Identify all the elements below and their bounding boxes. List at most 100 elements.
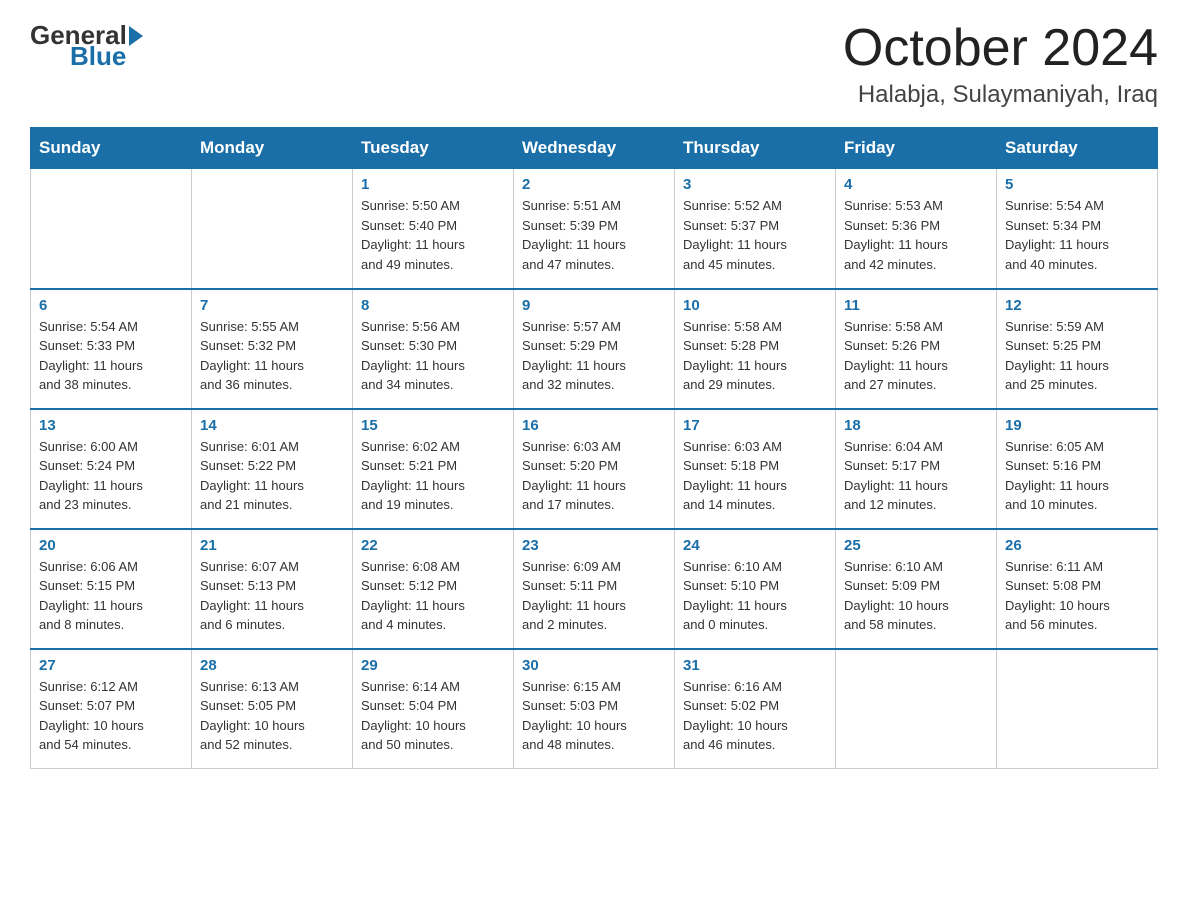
day-info: Sunrise: 5:58 AM Sunset: 5:28 PM Dayligh…: [683, 317, 827, 395]
day-number: 4: [844, 176, 988, 193]
day-number: 28: [200, 657, 344, 674]
calendar-cell: 20 Sunrise: 6:06 AM Sunset: 5:15 PM Dayli…: [31, 529, 192, 649]
day-info: Sunrise: 6:07 AM Sunset: 5:13 PM Dayligh…: [200, 557, 344, 635]
day-info: Sunrise: 5:59 AM Sunset: 5:25 PM Dayligh…: [1005, 317, 1149, 395]
day-info: Sunrise: 5:54 AM Sunset: 5:34 PM Dayligh…: [1005, 196, 1149, 274]
day-info: Sunrise: 6:06 AM Sunset: 5:15 PM Dayligh…: [39, 557, 183, 635]
page-header: General Blue October 2024 Halabja, Sulay…: [30, 20, 1158, 109]
day-number: 13: [39, 417, 183, 434]
calendar-cell: 31 Sunrise: 6:16 AM Sunset: 5:02 PM Dayli…: [675, 649, 836, 769]
calendar-cell: 4 Sunrise: 5:53 AM Sunset: 5:36 PM Daylig…: [836, 169, 997, 289]
calendar-cell: [997, 649, 1158, 769]
week-row-3: 13 Sunrise: 6:00 AM Sunset: 5:24 PM Dayli…: [31, 409, 1158, 529]
day-number: 10: [683, 297, 827, 314]
day-number: 18: [844, 417, 988, 434]
calendar-cell: [31, 169, 192, 289]
day-number: 5: [1005, 176, 1149, 193]
day-number: 14: [200, 417, 344, 434]
day-info: Sunrise: 6:13 AM Sunset: 5:05 PM Dayligh…: [200, 677, 344, 755]
day-info: Sunrise: 6:00 AM Sunset: 5:24 PM Dayligh…: [39, 437, 183, 515]
calendar-cell: 2 Sunrise: 5:51 AM Sunset: 5:39 PM Daylig…: [514, 169, 675, 289]
calendar-cell: 18 Sunrise: 6:04 AM Sunset: 5:17 PM Dayli…: [836, 409, 997, 529]
week-row-2: 6Sunrise: 5:54 AM Sunset: 5:33 PM Daylig…: [31, 289, 1158, 409]
logo-arrow-icon: [129, 26, 143, 46]
week-row-5: 27 Sunrise: 6:12 AM Sunset: 5:07 PM Dayli…: [31, 649, 1158, 769]
calendar-cell: 17 Sunrise: 6:03 AM Sunset: 5:18 PM Dayli…: [675, 409, 836, 529]
calendar-cell: 7Sunrise: 5:55 AM Sunset: 5:32 PM Daylig…: [192, 289, 353, 409]
calendar-cell: [836, 649, 997, 769]
day-info: Sunrise: 6:03 AM Sunset: 5:20 PM Dayligh…: [522, 437, 666, 515]
day-info: Sunrise: 6:14 AM Sunset: 5:04 PM Dayligh…: [361, 677, 505, 755]
day-number: 22: [361, 537, 505, 554]
calendar-cell: 19Sunrise: 6:05 AM Sunset: 5:16 PM Dayli…: [997, 409, 1158, 529]
day-info: Sunrise: 6:16 AM Sunset: 5:02 PM Dayligh…: [683, 677, 827, 755]
calendar-cell: 6Sunrise: 5:54 AM Sunset: 5:33 PM Daylig…: [31, 289, 192, 409]
day-number: 27: [39, 657, 183, 674]
day-info: Sunrise: 5:52 AM Sunset: 5:37 PM Dayligh…: [683, 196, 827, 274]
calendar-cell: 25 Sunrise: 6:10 AM Sunset: 5:09 PM Dayli…: [836, 529, 997, 649]
calendar-cell: 30 Sunrise: 6:15 AM Sunset: 5:03 PM Dayli…: [514, 649, 675, 769]
day-number: 31: [683, 657, 827, 674]
calendar-table: SundayMondayTuesdayWednesdayThursdayFrid…: [30, 127, 1158, 769]
calendar-cell: 10 Sunrise: 5:58 AM Sunset: 5:28 PM Dayli…: [675, 289, 836, 409]
calendar-cell: 9Sunrise: 5:57 AM Sunset: 5:29 PM Daylig…: [514, 289, 675, 409]
calendar-cell: 16 Sunrise: 6:03 AM Sunset: 5:20 PM Dayli…: [514, 409, 675, 529]
day-info: Sunrise: 6:12 AM Sunset: 5:07 PM Dayligh…: [39, 677, 183, 755]
day-info: Sunrise: 6:08 AM Sunset: 5:12 PM Dayligh…: [361, 557, 505, 635]
calendar-cell: 29 Sunrise: 6:14 AM Sunset: 5:04 PM Dayli…: [353, 649, 514, 769]
day-number: 9: [522, 297, 666, 314]
day-info: Sunrise: 6:09 AM Sunset: 5:11 PM Dayligh…: [522, 557, 666, 635]
calendar-cell: [192, 169, 353, 289]
calendar-cell: 11 Sunrise: 5:58 AM Sunset: 5:26 PM Dayli…: [836, 289, 997, 409]
weekday-header-thursday: Thursday: [675, 128, 836, 169]
calendar-cell: 15Sunrise: 6:02 AM Sunset: 5:21 PM Dayli…: [353, 409, 514, 529]
day-info: Sunrise: 5:50 AM Sunset: 5:40 PM Dayligh…: [361, 196, 505, 274]
day-number: 19: [1005, 417, 1149, 434]
calendar-cell: 27 Sunrise: 6:12 AM Sunset: 5:07 PM Dayli…: [31, 649, 192, 769]
calendar-cell: 13 Sunrise: 6:00 AM Sunset: 5:24 PM Dayli…: [31, 409, 192, 529]
day-number: 17: [683, 417, 827, 434]
day-info: Sunrise: 6:11 AM Sunset: 5:08 PM Dayligh…: [1005, 557, 1149, 635]
day-number: 11: [844, 297, 988, 314]
day-info: Sunrise: 5:54 AM Sunset: 5:33 PM Dayligh…: [39, 317, 183, 395]
calendar-cell: 23 Sunrise: 6:09 AM Sunset: 5:11 PM Dayli…: [514, 529, 675, 649]
day-number: 2: [522, 176, 666, 193]
calendar-cell: 12 Sunrise: 5:59 AM Sunset: 5:25 PM Dayli…: [997, 289, 1158, 409]
day-info: Sunrise: 5:56 AM Sunset: 5:30 PM Dayligh…: [361, 317, 505, 395]
calendar-cell: 26 Sunrise: 6:11 AM Sunset: 5:08 PM Dayli…: [997, 529, 1158, 649]
day-number: 8: [361, 297, 505, 314]
day-number: 26: [1005, 537, 1149, 554]
day-number: 12: [1005, 297, 1149, 314]
calendar-cell: 3Sunrise: 5:52 AM Sunset: 5:37 PM Daylig…: [675, 169, 836, 289]
title-block: October 2024 Halabja, Sulaymaniyah, Iraq: [843, 20, 1158, 109]
calendar-cell: 14 Sunrise: 6:01 AM Sunset: 5:22 PM Dayli…: [192, 409, 353, 529]
day-info: Sunrise: 6:10 AM Sunset: 5:09 PM Dayligh…: [844, 557, 988, 635]
day-info: Sunrise: 6:15 AM Sunset: 5:03 PM Dayligh…: [522, 677, 666, 755]
month-title: October 2024: [843, 20, 1158, 77]
day-number: 16: [522, 417, 666, 434]
weekday-header-wednesday: Wednesday: [514, 128, 675, 169]
day-info: Sunrise: 5:53 AM Sunset: 5:36 PM Dayligh…: [844, 196, 988, 274]
day-number: 21: [200, 537, 344, 554]
logo-blue-text: Blue: [70, 41, 126, 72]
day-number: 15: [361, 417, 505, 434]
day-number: 29: [361, 657, 505, 674]
day-number: 23: [522, 537, 666, 554]
calendar-cell: 1 Sunrise: 5:50 AM Sunset: 5:40 PM Daylig…: [353, 169, 514, 289]
day-info: Sunrise: 6:03 AM Sunset: 5:18 PM Dayligh…: [683, 437, 827, 515]
calendar-cell: 5 Sunrise: 5:54 AM Sunset: 5:34 PM Daylig…: [997, 169, 1158, 289]
day-number: 24: [683, 537, 827, 554]
day-number: 20: [39, 537, 183, 554]
calendar-cell: 28 Sunrise: 6:13 AM Sunset: 5:05 PM Dayli…: [192, 649, 353, 769]
day-info: Sunrise: 5:51 AM Sunset: 5:39 PM Dayligh…: [522, 196, 666, 274]
weekday-header-tuesday: Tuesday: [353, 128, 514, 169]
weekday-header-row: SundayMondayTuesdayWednesdayThursdayFrid…: [31, 128, 1158, 169]
day-info: Sunrise: 6:01 AM Sunset: 5:22 PM Dayligh…: [200, 437, 344, 515]
day-info: Sunrise: 5:58 AM Sunset: 5:26 PM Dayligh…: [844, 317, 988, 395]
day-number: 1: [361, 176, 505, 193]
week-row-1: 1 Sunrise: 5:50 AM Sunset: 5:40 PM Daylig…: [31, 169, 1158, 289]
day-number: 25: [844, 537, 988, 554]
day-number: 30: [522, 657, 666, 674]
day-info: Sunrise: 6:04 AM Sunset: 5:17 PM Dayligh…: [844, 437, 988, 515]
weekday-header-friday: Friday: [836, 128, 997, 169]
